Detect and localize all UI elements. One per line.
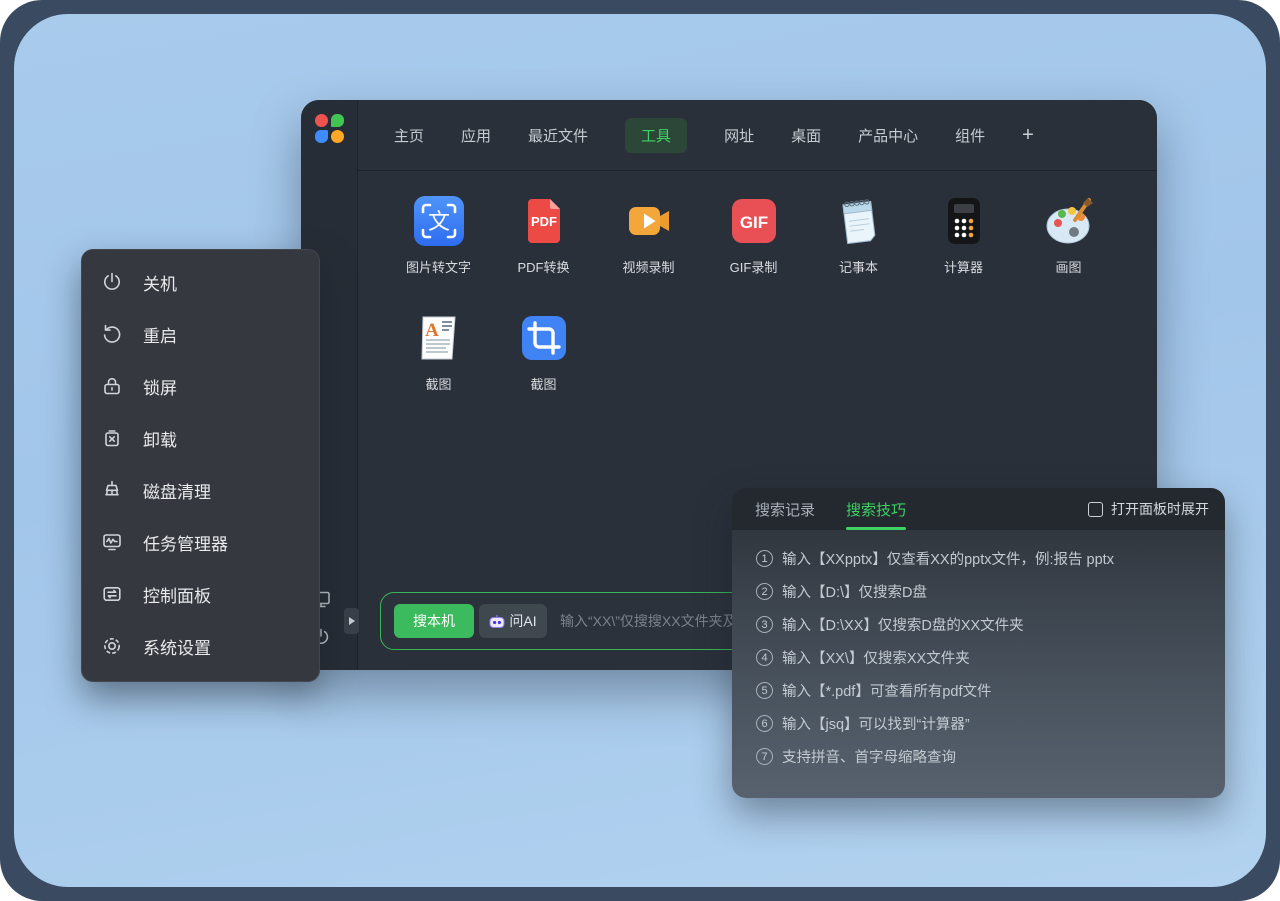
tool-screenshot-crop[interactable]: 截图 — [491, 312, 596, 394]
ai-robot-icon — [489, 614, 505, 629]
tool-label: 截图 — [386, 376, 491, 394]
tool-paint[interactable]: 画图 — [1016, 195, 1121, 277]
tab-apps[interactable]: 应用 — [461, 125, 491, 146]
tool-calculator[interactable]: 计算器 — [911, 195, 1016, 277]
logo-petal-red — [315, 114, 328, 127]
tool-label: 视频录制 — [596, 259, 701, 277]
pdf-icon: PDF — [518, 195, 570, 247]
menu-item-disk-cleanup[interactable]: 磁盘清理 — [82, 464, 319, 516]
tip-row: 7 支持拼音、首字母缩略查询 — [756, 740, 1209, 773]
gif-record-icon: GIF — [728, 195, 780, 247]
tool-notepad[interactable]: 记事本 — [806, 195, 911, 277]
add-tab-button[interactable]: + — [1022, 124, 1034, 147]
lock-icon — [100, 374, 124, 398]
tip-number: 5 — [756, 682, 773, 699]
svg-text:GIF: GIF — [739, 213, 767, 232]
menu-item-shutdown[interactable]: 关机 — [82, 256, 319, 308]
tool-label: 图片转文字 — [386, 259, 491, 277]
menu-item-system-settings[interactable]: 系统设置 — [82, 620, 319, 672]
tip-number: 6 — [756, 715, 773, 732]
tab-recent-files[interactable]: 最近文件 — [528, 125, 588, 146]
tool-ocr[interactable]: 文 图片转文字 — [386, 195, 491, 277]
settings-icon — [100, 634, 124, 658]
tab-widgets[interactable]: 组件 — [955, 125, 985, 146]
collapse-arrow-button[interactable] — [344, 608, 359, 634]
tab-tools[interactable]: 工具 — [625, 118, 687, 153]
search-tips-panel: 搜索记录 搜索技巧 打开面板时展开 1 输入【XXpptx】仅查看XX的pptx… — [732, 488, 1225, 798]
disk-clean-icon — [100, 478, 124, 502]
ocr-icon: 文 — [413, 195, 465, 247]
tool-label: 记事本 — [806, 259, 911, 277]
tools-grid: 文 图片转文字 PDF PDF转换 — [358, 171, 1157, 394]
tab-home[interactable]: 主页 — [394, 125, 424, 146]
task-manager-icon — [100, 530, 124, 554]
menu-item-task-manager[interactable]: 任务管理器 — [82, 516, 319, 568]
screen: 主页 应用 最近文件 工具 网址 桌面 产品中心 组件 + 文 — [0, 0, 1280, 901]
menu-item-uninstall[interactable]: 卸载 — [82, 412, 319, 464]
notepad-icon — [833, 195, 885, 247]
video-record-icon — [623, 195, 675, 247]
logo-petal-orange — [331, 130, 344, 143]
svg-text:A: A — [425, 320, 439, 341]
svg-text:文: 文 — [427, 209, 449, 234]
tab-search-tips[interactable]: 搜索技巧 — [846, 488, 906, 530]
tip-row: 1 输入【XXpptx】仅查看XX的pptx文件，例:报告 pptx — [756, 542, 1209, 575]
tool-label: 画图 — [1016, 259, 1121, 277]
tab-product-center[interactable]: 产品中心 — [858, 125, 918, 146]
tool-label: GIF录制 — [701, 259, 806, 277]
tip-row: 5 输入【*.pdf】可查看所有pdf文件 — [756, 674, 1209, 707]
tip-number: 2 — [756, 583, 773, 600]
tip-row: 6 输入【jsq】可以找到“计算器” — [756, 707, 1209, 740]
logo-petal-blue — [315, 130, 328, 143]
tip-number: 4 — [756, 649, 773, 666]
panel-header: 搜索记录 搜索技巧 打开面板时展开 — [732, 488, 1225, 530]
tip-number: 1 — [756, 550, 773, 567]
tool-gif-record[interactable]: GIF GIF录制 — [701, 195, 806, 277]
tip-row: 2 输入【D:\】仅搜索D盘 — [756, 575, 1209, 608]
tip-number: 7 — [756, 748, 773, 765]
svg-text:PDF: PDF — [531, 214, 557, 229]
expand-checkbox[interactable] — [1088, 502, 1103, 517]
expand-checkbox-label: 打开面板时展开 — [1111, 499, 1209, 519]
tool-pdf-convert[interactable]: PDF PDF转换 — [491, 195, 596, 277]
tip-row: 4 输入【XX\】仅搜索XX文件夹 — [756, 641, 1209, 674]
paint-icon — [1043, 195, 1095, 247]
tip-row: 3 输入【D:\XX】仅搜索D盘的XX文件夹 — [756, 608, 1209, 641]
control-panel-icon — [100, 582, 124, 606]
panel-body: 1 输入【XXpptx】仅查看XX的pptx文件，例:报告 pptx 2 输入【… — [732, 530, 1225, 798]
tab-urls[interactable]: 网址 — [724, 125, 754, 146]
tool-label: PDF转换 — [491, 259, 596, 277]
system-context-menu: 关机 重启 锁屏 卸载 磁盘清理 任务管理器 — [81, 249, 320, 682]
crop-screenshot-icon — [518, 312, 570, 364]
logo-petal-green — [331, 114, 344, 127]
restart-icon — [100, 322, 124, 346]
tab-search-history[interactable]: 搜索记录 — [755, 488, 815, 530]
app-logo-icon[interactable] — [315, 114, 345, 144]
tool-label: 计算器 — [911, 259, 1016, 277]
tool-screenshot-doc[interactable]: A 截图 — [386, 312, 491, 394]
menu-item-lock-screen[interactable]: 锁屏 — [82, 360, 319, 412]
tab-desktop[interactable]: 桌面 — [791, 125, 821, 146]
search-input-placeholder: 输入“XX\”仅搜搜XX文件夹及 — [560, 611, 737, 631]
tool-label: 截图 — [491, 376, 596, 394]
search-local-button[interactable]: 搜本机 — [394, 604, 474, 638]
uninstall-icon — [100, 426, 124, 450]
tool-video-record[interactable]: 视频录制 — [596, 195, 701, 277]
tab-bar: 主页 应用 最近文件 工具 网址 桌面 产品中心 组件 + — [358, 100, 1157, 171]
calculator-icon — [938, 195, 990, 247]
menu-item-control-panel[interactable]: 控制面板 — [82, 568, 319, 620]
ask-ai-button[interactable]: 问AI — [479, 604, 547, 638]
ask-ai-label: 问AI — [509, 611, 536, 631]
wordpad-screenshot-icon: A — [413, 312, 465, 364]
expand-on-open-option[interactable]: 打开面板时展开 — [1088, 499, 1209, 519]
tip-number: 3 — [756, 616, 773, 633]
menu-item-restart[interactable]: 重启 — [82, 308, 319, 360]
power-icon — [100, 270, 124, 294]
